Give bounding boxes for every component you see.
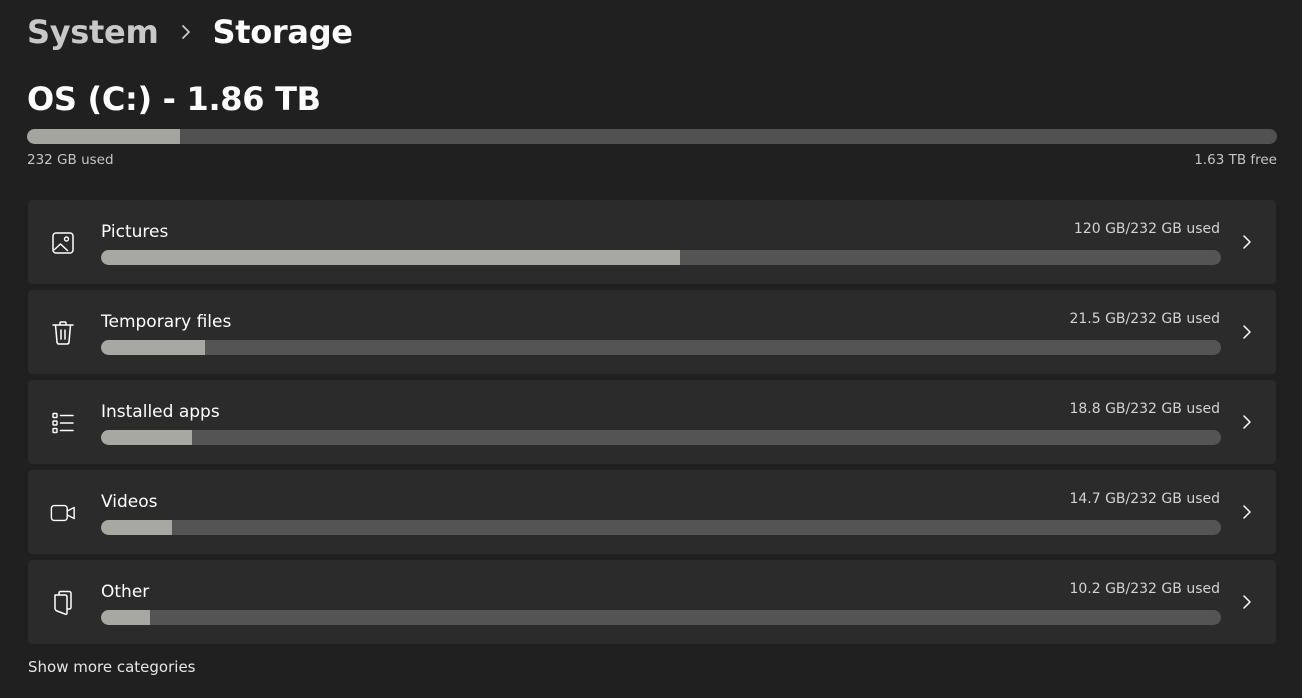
- chevron-right-icon: [1240, 503, 1254, 521]
- category-usage: 120 GB/232 GB used: [1073, 221, 1220, 237]
- category-name: Installed apps: [101, 402, 220, 422]
- category-usage-bar-fill: [101, 340, 206, 355]
- image-icon: [50, 230, 76, 256]
- drive-free-label: 1.63 TB free: [1194, 152, 1277, 168]
- category-usage: 10.2 GB/232 GB used: [1069, 581, 1220, 597]
- drive-title: OS (C:) - 1.86 TB: [27, 80, 321, 118]
- category-name: Temporary files: [101, 312, 232, 332]
- category-usage: 21.5 GB/232 GB used: [1069, 311, 1220, 327]
- category-usage-bar-fill: [101, 520, 172, 535]
- drive-used-label: 232 GB used: [27, 152, 114, 168]
- category-name: Pictures: [101, 222, 169, 242]
- trash-icon: [50, 320, 76, 346]
- category-usage: 14.7 GB/232 GB used: [1069, 491, 1220, 507]
- category-videos[interactable]: Videos 14.7 GB/232 GB used: [28, 470, 1276, 554]
- video-camera-icon: [50, 500, 76, 526]
- category-pictures[interactable]: Pictures 120 GB/232 GB used: [28, 200, 1276, 284]
- storage-page: System Storage OS (C:) - 1.86 TB 232 GB …: [0, 0, 1302, 698]
- chevron-right-icon: [159, 24, 213, 40]
- category-usage-bar: [101, 250, 1221, 265]
- drive-usage-bar-fill: [27, 129, 180, 144]
- category-usage-bar-fill: [101, 430, 192, 445]
- category-other[interactable]: Other 10.2 GB/232 GB used: [28, 560, 1276, 644]
- category-name: Other: [101, 582, 150, 602]
- category-temporary-files[interactable]: Temporary files 21.5 GB/232 GB used: [28, 290, 1276, 374]
- documents-icon: [50, 590, 76, 616]
- chevron-right-icon: [1240, 593, 1254, 611]
- category-usage: 18.8 GB/232 GB used: [1069, 401, 1220, 417]
- storage-categories-list: Pictures 120 GB/232 GB used Temporary fi…: [28, 200, 1276, 650]
- category-usage-bar-fill: [101, 250, 681, 265]
- list-icon: [50, 410, 76, 436]
- chevron-right-icon: [1240, 413, 1254, 431]
- category-name: Videos: [101, 492, 158, 512]
- category-usage-bar: [101, 340, 1221, 355]
- category-usage-bar: [101, 430, 1221, 445]
- category-usage-bar-fill: [101, 610, 151, 625]
- breadcrumb-system-link[interactable]: System: [27, 13, 159, 51]
- category-installed-apps[interactable]: Installed apps 18.8 GB/232 GB used: [28, 380, 1276, 464]
- drive-usage-bar: [27, 129, 1277, 144]
- chevron-right-icon: [1240, 323, 1254, 341]
- page-title: Storage: [212, 13, 354, 51]
- chevron-right-icon: [1240, 233, 1254, 251]
- category-usage-bar: [101, 610, 1221, 625]
- show-more-categories-link[interactable]: Show more categories: [28, 658, 196, 676]
- category-usage-bar: [101, 520, 1221, 535]
- breadcrumb: System Storage: [27, 10, 353, 54]
